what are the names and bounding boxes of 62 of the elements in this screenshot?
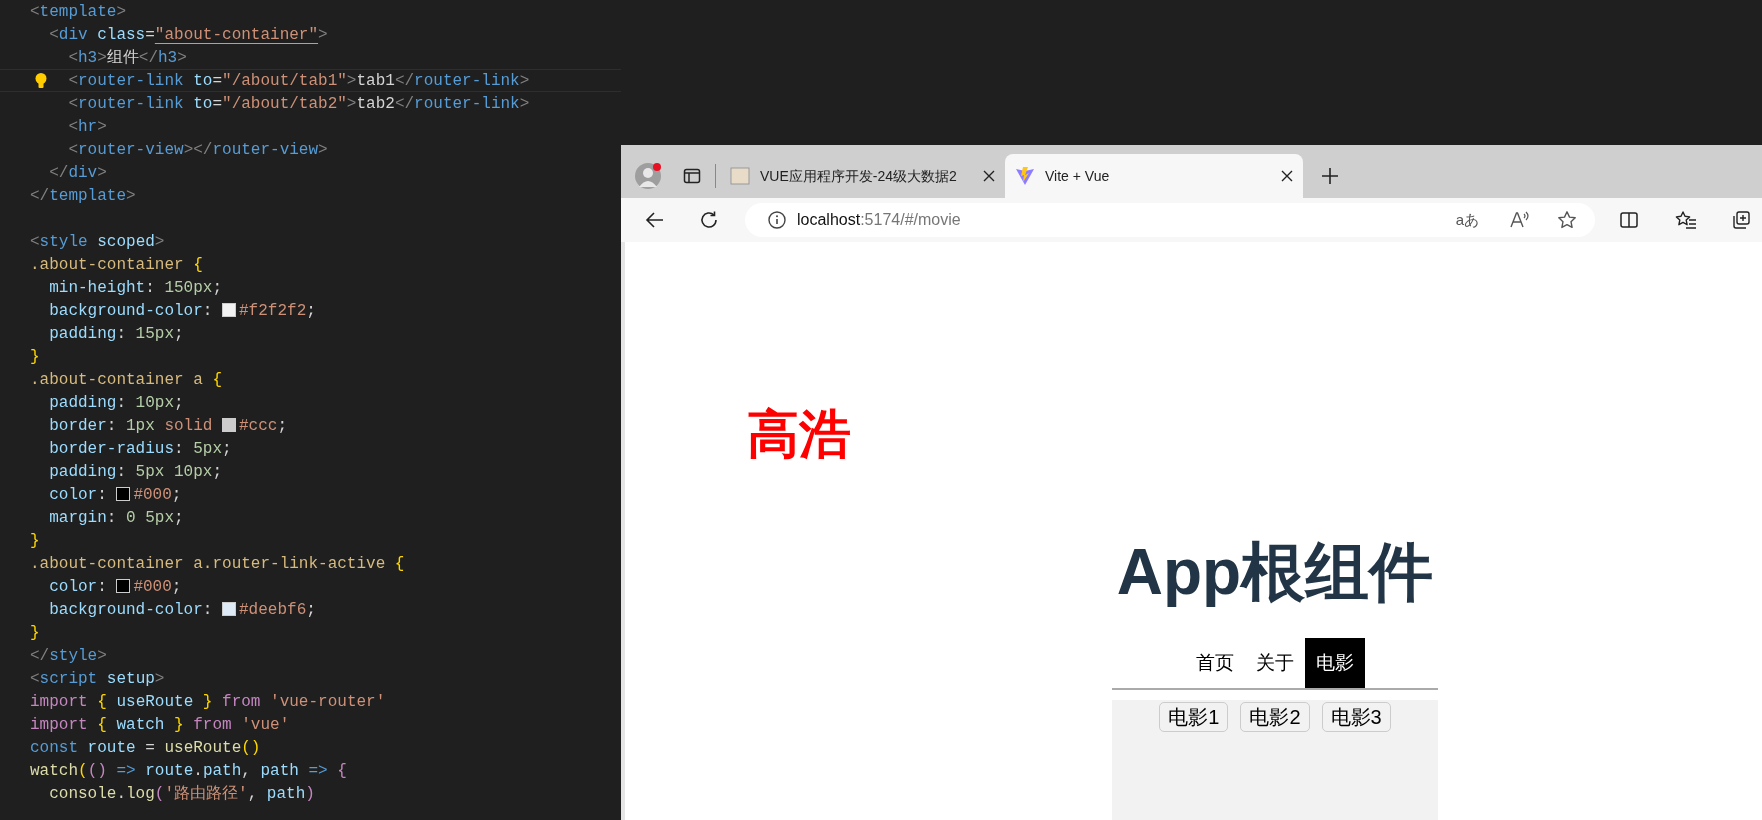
code-line: <router-link to="/about/tab1">tab1</router-link>: [68, 72, 530, 90]
nav-link[interactable]: 电影: [1305, 638, 1365, 688]
info-icon: [767, 210, 787, 230]
new-tab-icon[interactable]: [1321, 167, 1339, 185]
code-line: </div>: [49, 164, 107, 182]
code-line: watch(() => route.path, path => {: [30, 762, 347, 780]
code-line: }: [30, 532, 40, 550]
browser-tab[interactable]: VUE应用程序开发-24级大数据2: [720, 154, 1005, 198]
code-line: .about-container {: [30, 256, 203, 274]
collections-icon[interactable]: [1731, 210, 1751, 230]
code-line: margin: 0 5px;: [49, 509, 184, 527]
code-line: min-height: 150px;: [49, 279, 223, 297]
close-icon[interactable]: [983, 170, 995, 182]
code-line: padding: 15px;: [49, 325, 184, 343]
tab-actions-icon[interactable]: [683, 167, 701, 185]
close-icon[interactable]: [1281, 170, 1293, 182]
code-line: <h3>组件</h3>: [68, 49, 187, 67]
nav-link[interactable]: 关于: [1245, 638, 1305, 688]
code-line: <router-view></router-view>: [68, 141, 328, 159]
movie-link[interactable]: 电影3: [1321, 702, 1391, 732]
code-line: const route = useRoute(): [30, 739, 261, 757]
code-line: </template>: [30, 187, 136, 205]
favorites-icon[interactable]: [1675, 210, 1697, 230]
code-line: background-color: #f2f2f2;: [49, 302, 316, 320]
browser-tab[interactable]: Vite + Vue: [1005, 154, 1303, 198]
code-line: .about-container a {: [30, 371, 223, 389]
movie-link[interactable]: 电影1: [1159, 702, 1229, 732]
code-line: import { useRoute } from 'vue-router': [30, 693, 386, 711]
code-line: import { watch } from 'vue': [30, 716, 290, 734]
code-line: color: #000;: [49, 578, 182, 596]
code-line: <hr>: [68, 118, 107, 136]
code-line: <script setup>: [30, 670, 165, 688]
translate-icon[interactable]: aあ: [1455, 208, 1479, 232]
code-line: <div class="about-container">: [49, 26, 328, 44]
code-line: padding: 10px;: [49, 394, 184, 412]
split-screen-icon[interactable]: [1619, 210, 1639, 230]
code-line: .about-container a.router-link-active {: [30, 555, 405, 573]
triangle-logo-icon: [1015, 166, 1035, 186]
back-icon[interactable]: [645, 210, 665, 230]
lightbulb-icon[interactable]: [34, 72, 48, 90]
nav-link[interactable]: 首页: [1185, 638, 1245, 688]
code-line: border-radius: 5px;: [49, 440, 232, 458]
code-line: padding: 5px 10px;: [49, 463, 223, 481]
code-line: }: [30, 624, 40, 642]
code-line: <template>: [30, 3, 127, 21]
address-bar[interactable]: localhost:5174/#/movie aあ: [745, 203, 1595, 237]
url-text: localhost:5174/#/movie: [797, 210, 961, 230]
thumbnail-icon: [730, 166, 750, 186]
code-line: color: #000;: [49, 486, 182, 504]
code-line: <style scoped>: [30, 233, 165, 251]
profile-avatar-icon[interactable]: [635, 163, 661, 189]
code-line: background-color: #deebf6;: [49, 601, 316, 619]
reload-icon[interactable]: [699, 210, 719, 230]
code-line: </style>: [30, 647, 107, 665]
code-line: }: [30, 348, 40, 366]
movie-link[interactable]: 电影2: [1240, 702, 1310, 732]
code-line: console.log('路由路径', path): [49, 785, 315, 803]
name-title: 高浩: [747, 408, 851, 460]
code-line: border: 1px solid #ccc;: [49, 417, 288, 435]
read-aloud-icon[interactable]: [1509, 210, 1529, 230]
code-line: <router-link to="/about/tab2">tab2</router-link>: [68, 95, 530, 113]
star-icon[interactable]: [1557, 210, 1577, 230]
